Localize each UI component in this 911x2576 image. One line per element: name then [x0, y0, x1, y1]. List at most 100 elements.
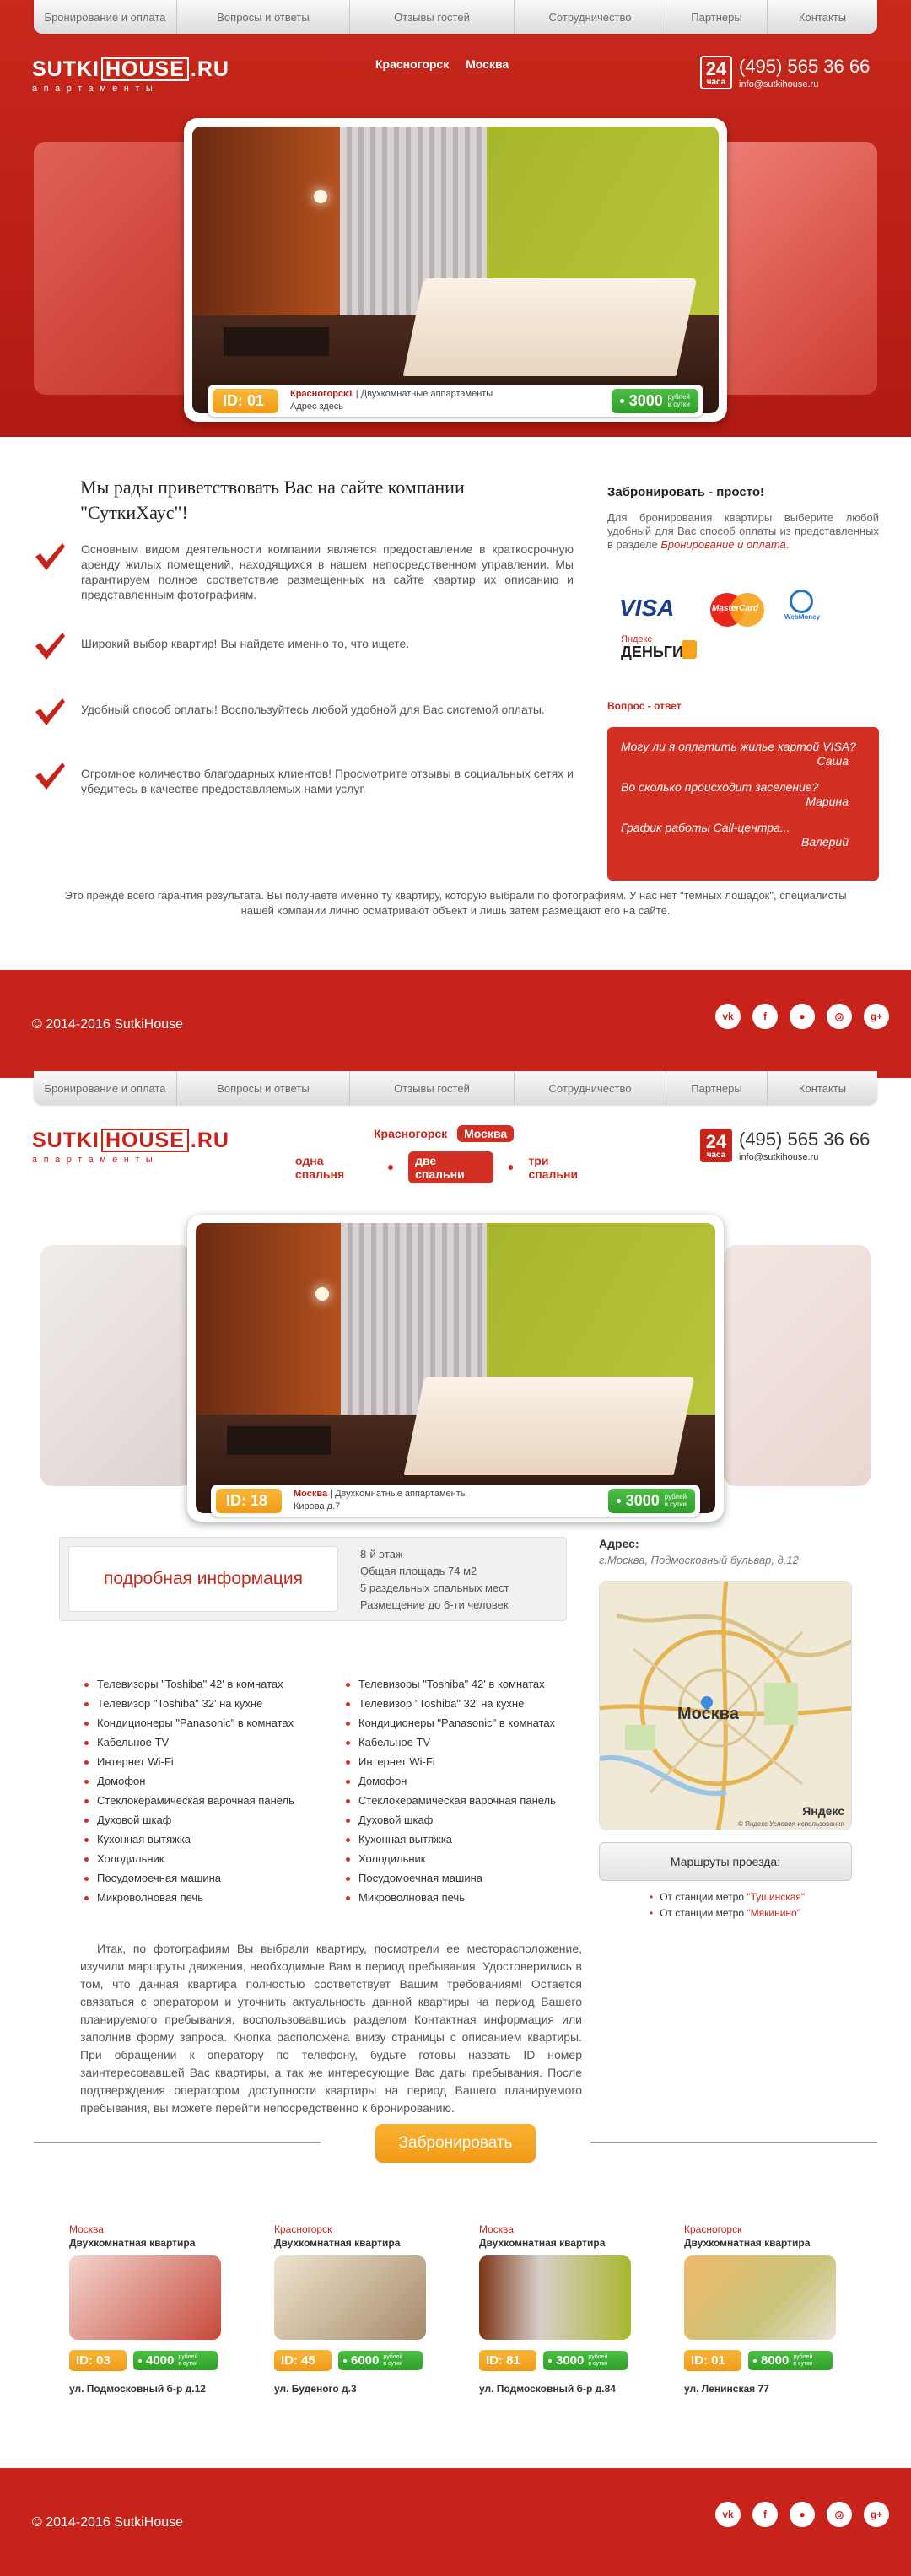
apartment-specs: 8-й этаж Общая площадь 74 м2 5 раздельны… — [360, 1548, 509, 1611]
vk-icon[interactable]: vk — [715, 1004, 741, 1029]
location-pin-icon[interactable]: ● — [790, 2502, 815, 2527]
city-moscow[interactable]: Москва — [466, 57, 509, 71]
apartment-gallery[interactable]: ID: 18 Москва | Двухкомнатные аппартамен… — [187, 1215, 724, 1522]
instagram-icon[interactable]: ◎ — [827, 1004, 852, 1029]
vk-icon[interactable]: vk — [715, 2502, 741, 2527]
city-krasnogorsk[interactable]: Красногорск — [375, 57, 449, 71]
checkmark-icon — [35, 543, 65, 570]
apartment-photo — [192, 127, 719, 413]
hours-24-badge: 24 часа — [700, 1129, 732, 1162]
nav-partners[interactable]: Партнеры — [666, 0, 768, 34]
nav-reviews[interactable]: Отзывы гостей — [350, 0, 515, 34]
apartment-address: Адрес здесь — [290, 401, 344, 412]
metro-routes: От станции метро "Тушинская" От станции … — [650, 1889, 805, 1921]
phone-number[interactable]: (495) 565 36 66 — [739, 56, 870, 78]
guarantee-text: Это прежде всего гарантия результата. Вы… — [64, 889, 847, 917]
amenity-item: Кабельное TV — [346, 1733, 556, 1752]
google-plus-icon[interactable]: g+ — [864, 2502, 889, 2527]
nav-cooperation[interactable]: Сотрудничество — [515, 0, 666, 34]
qa-item[interactable]: График работы Call-центра... Валерий — [621, 820, 865, 849]
filter-two-bedrooms[interactable]: две спальни — [408, 1151, 493, 1183]
prev-photo[interactable] — [40, 1245, 192, 1486]
apartment-id: ID: 18 — [216, 1488, 282, 1513]
filter-three-bedrooms[interactable]: три спальни — [528, 1154, 599, 1181]
email-link[interactable]: info@sutkihouse.ru — [739, 1152, 870, 1162]
next-photo[interactable] — [717, 142, 877, 395]
separator-dot — [508, 1165, 514, 1170]
map-copyright: © Яндекс Условия использования — [737, 1820, 844, 1828]
city-moscow-selected[interactable]: Москва — [457, 1125, 515, 1142]
metro-route-link[interactable]: От станции метро "Мякинино" — [650, 1905, 805, 1921]
amenities-list: Телевизоры "Toshiba" 42' в комнатах Телев… — [346, 1674, 556, 1907]
apartment-info-bar: ID: 01 Красногорск1 | Двухкомнатные аппа… — [208, 385, 703, 417]
price-badge: 3000 рублей в сутки — [607, 1488, 695, 1513]
qa-item[interactable]: Во сколько происходит заселение? Марина — [621, 779, 865, 808]
location-pin-icon[interactable]: ● — [790, 1004, 815, 1029]
apartment-card[interactable]: Москва Двухкомнатная квартира ID: 81 300… — [479, 2223, 631, 2395]
apartment-card[interactable]: Красногорск Двухкомнатная квартира ID: 4… — [274, 2223, 426, 2395]
footer: © 2014-2016 SutkiHouse vk f ● ◎ g+ — [0, 970, 911, 1078]
nav-contacts[interactable]: Контакты — [768, 0, 877, 34]
nav-cooperation[interactable]: Сотрудничество — [515, 1071, 666, 1105]
mastercard-logo: MasterCard — [710, 593, 764, 627]
phone-number[interactable]: (495) 565 36 66 — [739, 1129, 870, 1151]
card-photo — [479, 2255, 631, 2340]
contact-block: 24 часа (495) 565 36 66 info@sutkihouse.r… — [700, 1129, 870, 1162]
more-info-button[interactable]: подробная информация — [68, 1546, 338, 1612]
card-photo — [69, 2255, 221, 2340]
nav-booking[interactable]: Бронирование и оплата — [34, 1071, 177, 1105]
checkmark-icon — [35, 633, 65, 660]
hero-section: Бронирование и оплата Вопросы и ответы О… — [0, 0, 911, 437]
featured-apartment[interactable]: ID: 01 Красногорск1 | Двухкомнатные аппа… — [184, 118, 727, 422]
amenity-item: Посудомоечная машина — [346, 1868, 556, 1888]
amenity-item: Телевизоры "Toshiba" 42' в комнатах — [84, 1674, 294, 1694]
routes-button[interactable]: Маршруты проезда: — [599, 1842, 852, 1881]
instagram-icon[interactable]: ◎ — [827, 2502, 852, 2527]
nav-reviews[interactable]: Отзывы гостей — [350, 1071, 515, 1105]
apartment-id: ID: 01 — [213, 388, 278, 413]
metro-route-link[interactable]: От станции метро "Тушинская" — [650, 1889, 805, 1905]
booking-link[interactable]: Бронирование и оплата — [660, 538, 785, 551]
qa-item[interactable]: Могу ли я оплатить жилье картой VISA? Саш… — [621, 739, 865, 768]
logo[interactable]: SUTKI HOUSE .RU апартаменты — [32, 1129, 229, 1165]
booking-title: Забронировать - просто! — [607, 485, 765, 499]
google-plus-icon[interactable]: g+ — [864, 1004, 889, 1029]
nav-booking[interactable]: Бронирование и оплата — [34, 0, 177, 34]
payment-logos: VISA MasterCard WebMoney Яндекс ДЕНЬГИ — [607, 586, 860, 671]
welcome-title: Мы рады приветствовать Вас на сайте комп… — [80, 477, 465, 523]
apartment-info-bar: ID: 18 Москва | Двухкомнатные аппартамен… — [211, 1485, 700, 1517]
logo[interactable]: SUTKI HOUSE .RU апартаменты — [32, 57, 229, 94]
qa-title[interactable]: Вопрос - ответ — [607, 700, 682, 712]
facebook-icon[interactable]: f — [752, 1004, 778, 1029]
top-nav: Бронирование и оплата Вопросы и ответы О… — [34, 0, 877, 34]
nav-partners[interactable]: Партнеры — [666, 1071, 768, 1105]
details-panel: подробная информация 8-й этаж Общая площ… — [59, 1537, 567, 1621]
facebook-icon[interactable]: f — [752, 2502, 778, 2527]
location-map[interactable]: Москва Яндекс © Яндекс Условия использов… — [599, 1581, 852, 1830]
apartment-place[interactable]: Красногорск1 — [290, 389, 353, 399]
nav-contacts[interactable]: Контакты — [768, 1071, 877, 1105]
filter-one-bedroom[interactable]: одна спальня — [295, 1154, 373, 1181]
apartment-place[interactable]: Москва — [294, 1489, 327, 1499]
nav-faq[interactable]: Вопросы и ответы — [177, 1071, 350, 1105]
apartment-card[interactable]: Москва Двухкомнатная квартира ID: 03 400… — [69, 2223, 221, 2395]
apartment-type: Двухкомнатные аппартаменты — [335, 1489, 467, 1499]
card-photo — [274, 2255, 426, 2340]
apartment-description: Итак, по фотографиям Вы выбрали квартиру… — [80, 1942, 582, 2115]
apartment-card[interactable]: Красногорск Двухкомнатная квартира ID: 0… — [684, 2223, 836, 2395]
book-button[interactable]: Забронировать — [375, 2124, 536, 2163]
amenity-item: Домофон — [84, 1771, 294, 1791]
next-photo[interactable] — [724, 1245, 871, 1486]
amenities-list: Телевизоры "Toshiba" 42' в комнатах Телев… — [84, 1674, 294, 1907]
email-link[interactable]: info@sutkihouse.ru — [739, 79, 870, 89]
nav-faq[interactable]: Вопросы и ответы — [177, 0, 350, 34]
card-photo — [684, 2255, 836, 2340]
card-price: 8000 рублей в сутки — [748, 2351, 833, 2370]
card-id: ID: 45 — [274, 2350, 332, 2371]
bedroom-filter: одна спальня две спальни три спальни — [295, 1151, 599, 1183]
city-krasnogorsk[interactable]: Красногорск — [374, 1127, 447, 1140]
feature-item: Основным видом деятельности компании явл… — [34, 542, 574, 602]
prev-photo[interactable] — [34, 142, 194, 395]
amenity-item: Кухонная вытяжка — [84, 1830, 294, 1849]
qa-box: Могу ли я оплатить жилье картой VISA? Саш… — [607, 727, 879, 881]
